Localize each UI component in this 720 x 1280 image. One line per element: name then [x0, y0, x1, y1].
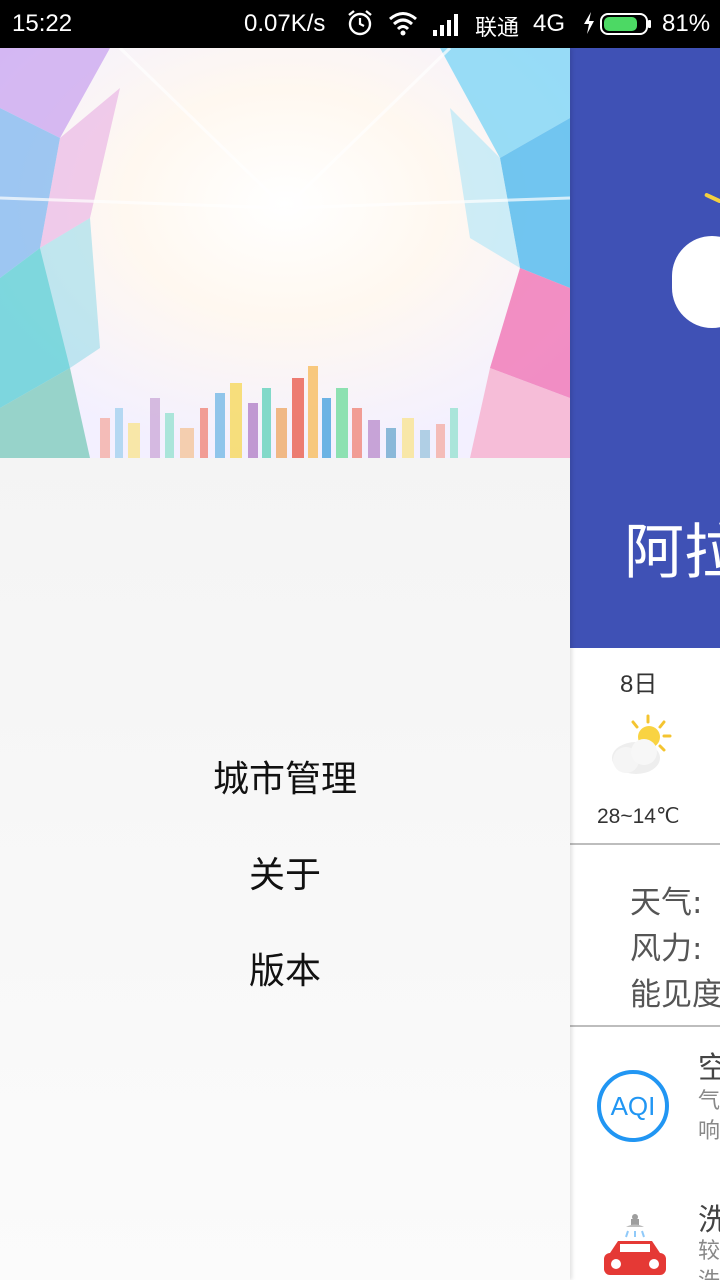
- forecast-date: 8日: [620, 671, 658, 698]
- detail-visibility-label: 能见度: [630, 977, 720, 1013]
- partly-sunny-icon: [612, 714, 672, 774]
- battery-icon: [600, 13, 651, 35]
- life-index-desc-line: 洗: [698, 1267, 720, 1280]
- city-skyline-banner: [0, 48, 570, 458]
- menu-item-city-management[interactable]: 城市管理: [0, 750, 570, 802]
- life-index-desc: 气 响: [698, 1087, 720, 1147]
- weather-details: 天气: 风力: 能见度: [570, 845, 720, 1025]
- aqi-icon: AQI: [597, 1070, 669, 1142]
- life-index-title: 洗: [698, 1203, 720, 1238]
- life-index-desc: 较 洗: [698, 1237, 720, 1280]
- battery-percent: 81%: [662, 10, 711, 37]
- carrier-name: 联通: [475, 16, 520, 41]
- network-speed: 0.07K/s: [244, 10, 326, 37]
- charging-icon: [584, 12, 594, 34]
- cloud-icon: [672, 236, 720, 328]
- network-type: 4G: [533, 10, 566, 37]
- navigation-drawer: 城市管理 关于 版本: [0, 48, 570, 1280]
- life-index-desc-line: 较: [698, 1239, 720, 1264]
- city-name: 阿拉: [624, 518, 720, 588]
- life-index-desc-line: 气: [698, 1089, 720, 1114]
- signal-icon: [433, 14, 458, 36]
- car-wash-icon: [604, 1214, 666, 1275]
- life-index-title: 空: [698, 1051, 720, 1086]
- forecast-day[interactable]: 8日 28~14℃: [570, 648, 720, 844]
- wifi-icon: [389, 12, 417, 36]
- sun-ray-icon: [703, 192, 720, 204]
- aqi-icon-text: AQI: [611, 1091, 656, 1121]
- detail-wind-label: 风力:: [630, 931, 703, 967]
- life-index-desc-line: 响: [698, 1119, 720, 1144]
- weather-header: 阿拉: [570, 48, 720, 648]
- drawer-header-image: [0, 48, 570, 458]
- menu-item-version[interactable]: 版本: [0, 942, 570, 994]
- life-index-list: AQI 空 气 响 洗 较 洗: [570, 1027, 720, 1280]
- status-bar: 15:22 0.07K/s 联通 4G 81%: [0, 0, 720, 48]
- menu-item-about[interactable]: 关于: [0, 846, 570, 898]
- detail-weather-label: 天气:: [630, 885, 703, 921]
- status-time: 15:22: [12, 10, 73, 37]
- forecast-temperature: 28~14℃: [597, 805, 680, 828]
- alarm-icon: [348, 10, 372, 36]
